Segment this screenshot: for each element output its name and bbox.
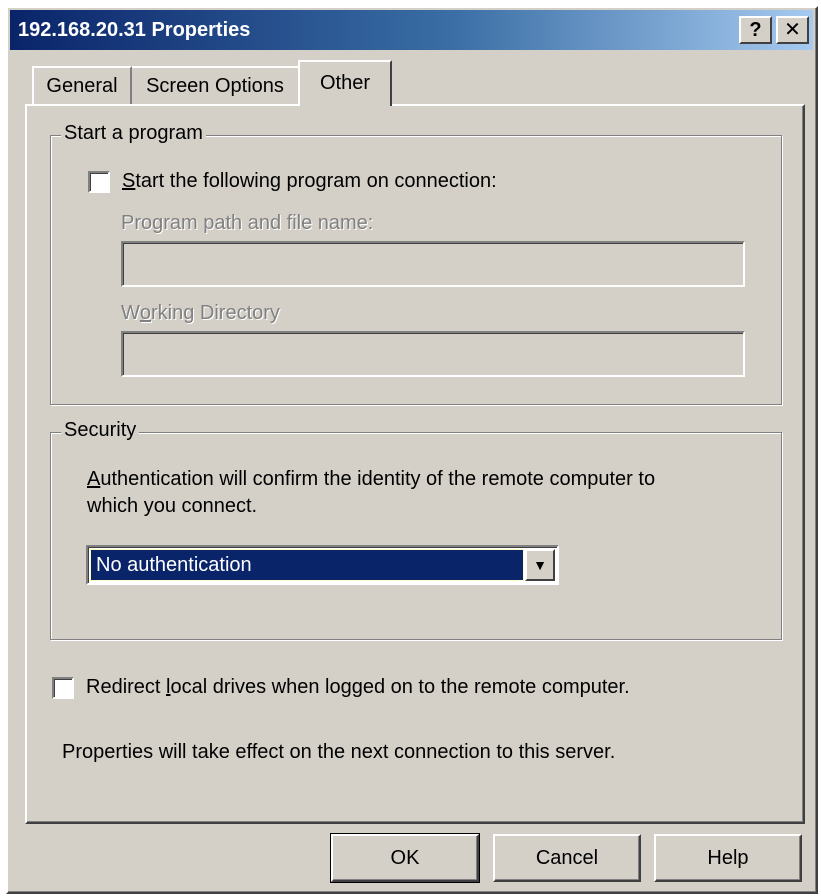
program-path-input[interactable] [121, 241, 745, 287]
tab-screen-options[interactable]: Screen Options [132, 66, 300, 104]
start-program-label: Start the following program on connectio… [122, 170, 497, 192]
ok-button[interactable]: OK [330, 833, 480, 883]
tab-label: Screen Options [146, 74, 284, 97]
working-directory-label: Wo rking Directory [121, 302, 280, 324]
authentication-selected-value: No authentication [90, 549, 524, 581]
close-title-button[interactable]: ✕ [776, 16, 809, 44]
close-icon: ✕ [784, 19, 801, 41]
help-icon: ? [749, 19, 762, 41]
authentication-select[interactable]: No authentication ▼ [86, 545, 559, 585]
redirect-drives-checkbox[interactable] [52, 676, 74, 699]
tab-label: Other [319, 72, 371, 94]
cancel-button[interactable]: Cancel [493, 834, 641, 882]
help-button[interactable]: Help [654, 834, 802, 882]
tab-general[interactable]: General [32, 66, 132, 104]
start-program-option[interactable]: Start the following program on connectio… [88, 170, 497, 193]
tab-other[interactable]: Other [298, 60, 392, 106]
program-path-label: Program path and file name: [121, 212, 374, 234]
dropdown-arrow-button[interactable]: ▼ [525, 549, 555, 581]
title-bar[interactable]: 192.168.20.31 Properties ? ✕ [10, 10, 813, 50]
effect-note: Properties will take effect on the next … [62, 741, 616, 763]
group-legend: Start a program [61, 122, 206, 145]
working-directory-input[interactable] [121, 331, 745, 377]
tab-label: General [46, 74, 118, 97]
chevron-down-icon: ▼ [533, 557, 547, 573]
redirect-drives-option[interactable]: Redirect local drives when logged on to … [52, 676, 630, 699]
security-description-line1: Authentication will confirm the identity… [87, 468, 656, 490]
redirect-drives-label: Redirect local drives when logged on to … [86, 676, 630, 698]
help-title-button[interactable]: ? [739, 16, 772, 44]
security-group: Security [50, 419, 782, 640]
group-legend: Security [61, 419, 140, 442]
window-title: 192.168.20.31 Properties [18, 18, 251, 41]
security-description-line2: which you connect. [87, 495, 258, 517]
start-program-checkbox[interactable] [88, 170, 110, 193]
